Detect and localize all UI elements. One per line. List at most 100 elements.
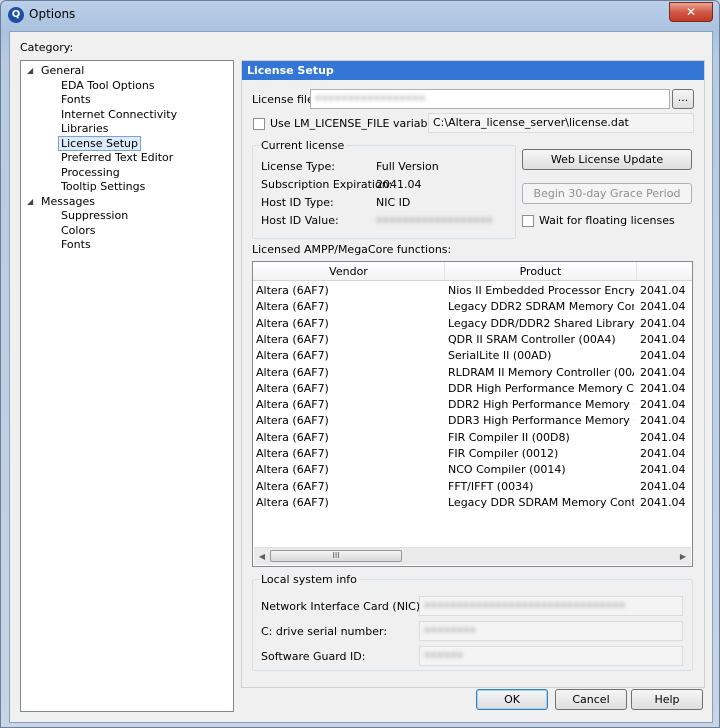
title-bar[interactable]: Q Options ✕: [1, 1, 719, 29]
vendor-cell[interactable]: Altera (6AF7): [256, 397, 442, 413]
vendor-cell[interactable]: Altera (6AF7): [256, 365, 442, 381]
vendor-cell[interactable]: Altera (6AF7): [256, 332, 442, 348]
vendor-cell[interactable]: Altera (6AF7): [256, 462, 442, 478]
window-title: Options: [29, 7, 76, 21]
drive-serial-label: C: drive serial number:: [261, 625, 388, 638]
expiration-cell: 2041.04: [640, 463, 686, 477]
tree-item-label: Libraries: [61, 122, 109, 135]
use-lm-license-checkbox[interactable]: [253, 118, 265, 130]
tree-item-label: Tooltip Settings: [61, 180, 146, 193]
license-file-label: License file:: [252, 93, 318, 106]
license-type-label: License Type:: [261, 160, 335, 173]
subscription-expiration-label: Subscription Expiration:: [261, 178, 393, 191]
tree-item[interactable]: Colors: [61, 224, 95, 238]
tree-item[interactable]: Processing: [61, 166, 120, 180]
tree-item[interactable]: Libraries: [61, 122, 109, 136]
expiration-cell: 2041.04: [640, 300, 686, 314]
local-system-info-group: Local system info Network Interface Card…: [252, 573, 693, 671]
panel-header: License Setup: [242, 61, 704, 80]
software-guard-label: Software Guard ID:: [261, 650, 366, 663]
tree-item[interactable]: Messages: [41, 195, 95, 209]
subscription-expiration-value: 2041.04: [376, 178, 422, 191]
expiration-cell: 2041.04: [640, 284, 686, 297]
browse-button[interactable]: ...: [672, 89, 694, 109]
vendor-cell[interactable]: Altera (6AF7): [256, 430, 442, 446]
tree-item-label: General: [41, 64, 85, 77]
category-tree[interactable]: ◢ General EDA Tool Options Fonts Internet Co…: [20, 60, 234, 712]
ok-button[interactable]: OK: [476, 689, 548, 710]
scroll-thumb[interactable]: III: [270, 550, 402, 562]
help-button[interactable]: Help: [631, 689, 703, 710]
tree-item-label: Internet Connectivity: [61, 107, 178, 121]
expiration-cell: 2041.04: [640, 349, 686, 363]
horizontal-scrollbar[interactable]: ◀ III ▶: [254, 547, 691, 565]
license-type-value: Full Version: [376, 160, 439, 173]
product-cell: QDR II SRAM Controller (00A4): [448, 332, 616, 346]
current-license-group: Current license License Type: Full Versi…: [252, 139, 516, 239]
scroll-right-icon[interactable]: ▶: [675, 548, 691, 565]
expiration-column-header[interactable]: [637, 262, 692, 281]
product-cell: Nios II Embedded Processor Encrypte…: [448, 284, 634, 297]
vendor-cell[interactable]: Altera (6AF7): [256, 381, 442, 397]
license-setup-panel: License Setup License file: ••••••••••••…: [241, 60, 705, 688]
app-icon: Q: [8, 7, 24, 23]
product-cell: Legacy DDR/DDR2 Shared Library (00…: [448, 316, 634, 330]
product-cell: SerialLite II (00AD): [448, 349, 552, 363]
product-cell: Legacy DDR2 SDRAM Memory Controll…: [448, 300, 634, 314]
expiration-cell: 2041.04: [640, 495, 686, 509]
vendor-cell[interactable]: Altera (6AF7): [256, 299, 442, 315]
ampp-functions-list[interactable]: Vendor Product Altera (6AF7) Nios II Embe…: [252, 261, 693, 567]
tree-item-label: Colors: [61, 223, 96, 237]
tree-item[interactable]: General: [41, 64, 84, 78]
tree-item-label: Fonts: [61, 93, 91, 106]
tree-item[interactable]: License Setup: [58, 135, 141, 151]
expiration-cell: 2041.04: [640, 316, 686, 330]
vendor-cell[interactable]: Altera (6AF7): [256, 348, 442, 364]
local-system-info-title: Local system info: [259, 573, 359, 586]
vendor-cell[interactable]: Altera (6AF7): [256, 283, 442, 299]
tree-item[interactable]: Internet Connectivity: [61, 108, 177, 122]
host-id-type-label: Host ID Type:: [261, 196, 334, 209]
vendor-cell[interactable]: Altera (6AF7): [256, 316, 442, 332]
tree-item[interactable]: Suppression: [61, 209, 128, 223]
product-cell: RLDRAM II Memory Controller (00AC): [448, 365, 634, 379]
drive-serial-value: ••••••••: [424, 624, 476, 637]
tree-item[interactable]: Preferred Text Editor: [61, 151, 173, 165]
category-label: Category:: [20, 41, 74, 54]
vendor-cell[interactable]: Altera (6AF7): [256, 479, 442, 495]
tree-item-label: Preferred Text Editor: [61, 151, 174, 164]
scroll-left-icon[interactable]: ◀: [254, 548, 270, 565]
vendor-cell[interactable]: Altera (6AF7): [256, 495, 442, 511]
expiration-cell: 2041.04: [640, 332, 686, 346]
license-file-input[interactable]: •••••••••••••••••: [310, 89, 670, 109]
product-cell: DDR3 High Performance Memory Cont…: [448, 414, 634, 428]
tree-item-label: License Setup: [58, 135, 141, 151]
expiration-cell: 2041.04: [640, 381, 686, 395]
tree-item[interactable]: Fonts: [61, 238, 91, 252]
product-cell: FFT/IFFT (0034): [448, 479, 534, 493]
vendor-cell[interactable]: Altera (6AF7): [256, 446, 442, 462]
product-cell: NCO Compiler (0014): [448, 463, 566, 477]
cancel-button[interactable]: Cancel: [555, 689, 627, 710]
close-button[interactable]: ✕: [669, 2, 713, 22]
lm-license-path-field[interactable]: C:\Altera_license_server\license.dat: [428, 113, 694, 133]
tree-expand-icon[interactable]: ◢: [27, 195, 33, 209]
grace-period-button[interactable]: Begin 30-day Grace Period: [522, 183, 692, 204]
tree-item[interactable]: Tooltip Settings: [61, 180, 145, 194]
web-license-update-button[interactable]: Web License Update: [522, 149, 692, 170]
expiration-cell: 2041.04: [640, 430, 686, 444]
vendor-column-header[interactable]: Vendor: [253, 262, 445, 281]
host-id-type-value: NIC ID: [376, 196, 411, 209]
product-cell: Legacy DDR SDRAM Memory Controlle…: [448, 495, 634, 509]
tree-item[interactable]: Fonts: [61, 93, 91, 107]
tree-expand-icon[interactable]: ◢: [27, 64, 33, 78]
wait-floating-checkbox[interactable]: [522, 215, 534, 227]
tree-item-label: Messages: [41, 194, 95, 208]
tree-item[interactable]: EDA Tool Options: [61, 79, 155, 93]
product-column-header[interactable]: Product: [445, 262, 637, 281]
product-cell: FIR Compiler II (00D8): [448, 430, 570, 444]
dialog-client: Category: ◢ General EDA Tool Options Fonts I…: [9, 31, 713, 723]
host-id-value: ••••••••••••••••••: [376, 214, 493, 227]
license-file-value: •••••••••••••••••: [315, 92, 426, 105]
vendor-cell[interactable]: Altera (6AF7): [256, 413, 442, 429]
